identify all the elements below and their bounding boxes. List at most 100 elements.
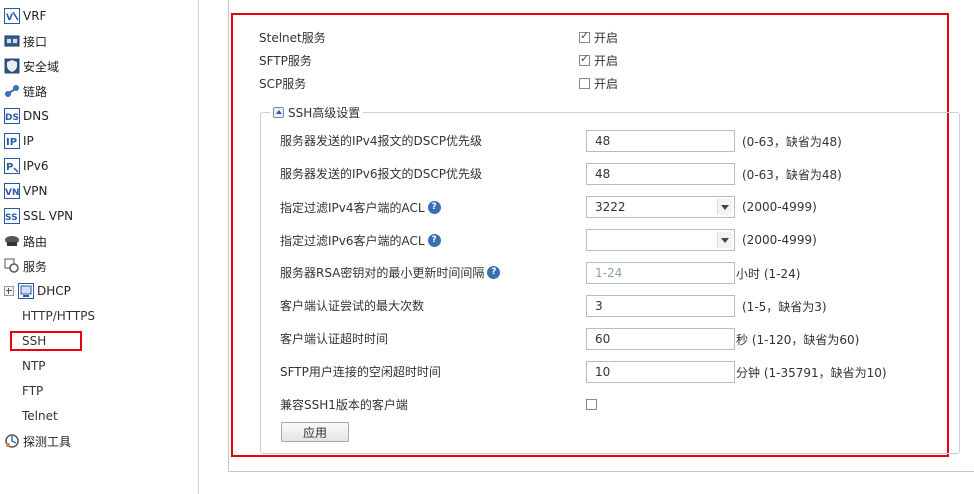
sidebar-item-vrf[interactable]: V VRF [0,5,46,27]
ssh1-compat-checkbox[interactable] [586,398,597,410]
sidebar-item-label: DHCP [37,284,71,298]
stelnet-checkbox[interactable] [579,29,590,43]
sftp-idle-timeout-input[interactable]: 10 [586,361,735,383]
apply-button[interactable]: 应用 [281,422,349,442]
rsa-update-label-row: 服务器RSA密钥对的最小更新时间间隔 ? [280,261,501,283]
svg-text:IP: IP [6,137,17,148]
sidebar-item-telnet[interactable]: Telnet [22,406,58,426]
stelnet-label: Stelnet服务 [259,30,326,45]
svg-text:V: V [6,13,13,23]
help-icon[interactable]: ? [427,233,441,247]
scp-option-label: 开启 [594,76,619,91]
ssl-vpn-icon: SS [4,208,20,224]
ipv6-acl-label-row: 指定过滤IPv6客户端的ACL ? [280,229,441,251]
ssh-advanced-legend[interactable]: SSH高级设置 [270,104,364,121]
ipv6-icon: P [4,158,20,174]
svg-text:VN: VN [5,188,20,198]
dhcp-icon [18,283,34,299]
ipv6-dscp-hint: (0-63，缺省为48) [742,167,842,182]
ipv4-acl-label: 指定过滤IPv4客户端的ACL [280,200,425,215]
sidebar-item-security-zone[interactable]: 安全域 [0,55,59,77]
sidebar-item-label: SSL VPN [23,209,74,223]
sidebar-item-http-https[interactable]: HTTP/HTTPS [22,306,95,326]
route-icon [4,233,20,249]
sidebar-item-ssl-vpn[interactable]: SS SSL VPN [0,205,73,227]
scp-label: SCP服务 [259,76,307,91]
stelnet-option-label: 开启 [594,30,619,45]
ssh-advanced-title: SSH高级设置 [288,106,361,120]
scp-checkbox[interactable] [579,77,590,89]
sidebar-item-service[interactable]: 服务 [0,255,47,277]
auth-retries-input[interactable]: 3 [586,295,735,317]
ipv4-dscp-hint: (0-63，缺省为48) [742,134,842,149]
sidebar-item-ssh[interactable]: SSH [10,331,82,351]
chevron-down-icon[interactable] [717,199,732,215]
sidebar-item-label: IP [23,134,34,148]
scp-toggle[interactable]: 开启 [579,75,618,91]
sftp-label: SFTP服务 [259,53,312,68]
ssh1-compat-toggle[interactable] [586,397,597,411]
ssh1-compat-label: 兼容SSH1版本的客户端 [280,397,408,412]
vrf-icon: V [4,8,20,24]
ipv4-acl-hint: (2000-4999) [742,200,817,214]
collapse-icon[interactable] [273,107,284,118]
sftp-option-label: 开启 [594,53,619,68]
ipv6-acl-hint: (2000-4999) [742,233,817,247]
vpn-icon: VN [4,183,20,199]
dns-icon: DS [4,108,20,124]
sidebar-item-label: 探测工具 [23,434,72,449]
sidebar-item-interface[interactable]: 接口 [0,30,47,52]
svg-text:SS: SS [5,213,18,223]
sidebar-item-label: 链路 [23,84,48,99]
ipv4-dscp-input[interactable]: 48 [586,130,735,152]
ip-icon: IP [4,133,20,149]
sidebar-item-ip[interactable]: IP IP [0,130,34,152]
sftp-toggle[interactable]: 开启 [579,52,618,68]
sidebar-item-label: IPv6 [23,159,49,173]
svg-text:DS: DS [5,113,19,123]
interface-icon [4,33,20,49]
ipv6-acl-select[interactable] [586,229,735,251]
auth-timeout-input[interactable]: 60 [586,328,735,350]
ipv4-acl-select[interactable]: 3222 [586,196,735,218]
ipv4-acl-value: 3222 [595,200,626,214]
ipv6-acl-label: 指定过滤IPv6客户端的ACL [280,233,425,248]
ipv6-dscp-input[interactable]: 48 [586,163,735,185]
ipv4-acl-label-row: 指定过滤IPv4客户端的ACL ? [280,196,441,218]
security-zone-icon [4,58,20,74]
sidebar-item-dhcp[interactable]: DHCP [0,280,71,302]
sidebar: V VRF 接口 安全域 链路 DS DNS IP IP P IPv6 VN V… [0,0,199,494]
sidebar-item-label: VRF [23,9,47,23]
sidebar-item-route[interactable]: 路由 [0,230,47,252]
rsa-update-label: 服务器RSA密钥对的最小更新时间间隔 [280,265,485,280]
sidebar-item-label: 安全域 [23,59,60,74]
help-icon[interactable]: ? [487,265,501,279]
sidebar-item-label: VPN [23,184,48,198]
auth-timeout-hint: 秒 (1-120，缺省为60) [736,332,860,347]
sidebar-item-label: 路由 [23,234,48,249]
sidebar-item-link[interactable]: 链路 [0,80,47,102]
ipv6-dscp-label: 服务器发送的IPv6报文的DSCP优先级 [280,166,482,181]
help-icon[interactable]: ? [427,200,441,214]
chevron-down-icon[interactable] [717,232,732,248]
sidebar-item-label: 接口 [23,34,48,49]
auth-retries-hint: (1-5，缺省为3) [742,299,827,314]
link-icon [4,83,20,99]
sidebar-item-vpn[interactable]: VN VPN [0,180,47,202]
sidebar-item-label: 服务 [23,259,48,274]
svg-text:P: P [6,162,13,173]
sidebar-item-ipv6[interactable]: P IPv6 [0,155,49,177]
service-icon [4,258,20,274]
ipv4-dscp-label: 服务器发送的IPv4报文的DSCP优先级 [280,133,482,148]
sidebar-item-ftp[interactable]: FTP [22,381,43,401]
stelnet-toggle[interactable]: 开启 [579,29,618,45]
sidebar-item-dns[interactable]: DS DNS [0,105,49,127]
sidebar-item-probe-tool[interactable]: 探测工具 [0,430,71,452]
sidebar-item-ntp[interactable]: NTP [22,356,46,376]
sftp-checkbox[interactable] [579,52,590,66]
rsa-update-hint: 小时 (1-24) [736,266,801,281]
sftp-idle-timeout-hint: 分钟 (1-35791，缺省为10) [736,365,887,380]
probe-tool-icon [4,433,20,449]
expand-icon[interactable] [4,286,14,296]
rsa-update-input[interactable]: 1-24 [586,262,735,284]
